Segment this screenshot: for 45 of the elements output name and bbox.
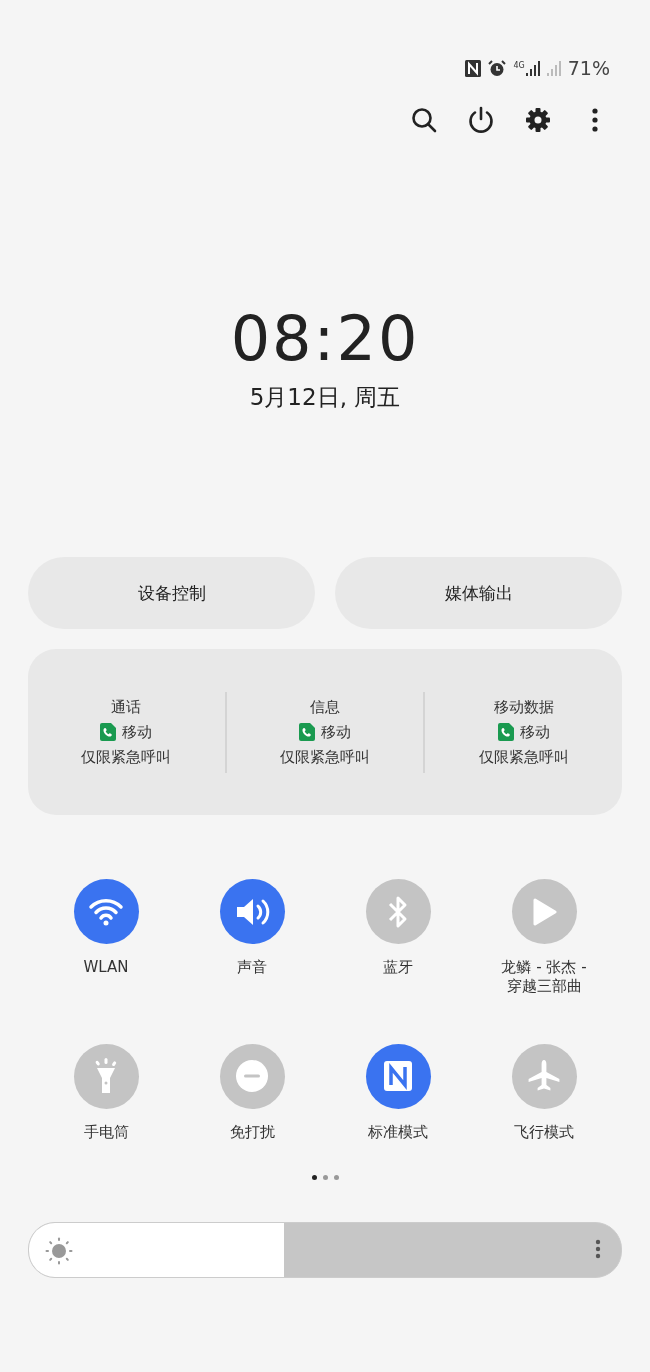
toggle-label: 蓝牙 <box>382 958 414 977</box>
clock-time: 08:20 <box>229 304 421 374</box>
sim-info-title: 移动数据 <box>493 697 554 717</box>
sim-card-icon <box>100 723 117 741</box>
toggle-label: 声音 <box>236 958 268 977</box>
carrier-name: 移动 <box>122 722 153 742</box>
toggle-label: 龙鳞 - 张杰 - 穿越三部曲 <box>500 958 588 996</box>
toggle-label: 飞行模式 <box>513 1122 575 1142</box>
page-indicator-dot[interactable] <box>333 1175 339 1180</box>
page-indicator-dot[interactable] <box>322 1175 328 1180</box>
alarm-clock-icon <box>488 59 507 77</box>
nfc-icon <box>465 59 482 77</box>
more-options-icon[interactable] <box>595 1239 601 1259</box>
search-button[interactable] <box>411 106 437 134</box>
wifi-icon <box>88 896 124 927</box>
power-button[interactable] <box>468 106 494 134</box>
signal-icon <box>546 60 561 76</box>
brightness-slider[interactable] <box>28 1222 622 1278</box>
signal-icon <box>525 60 540 76</box>
play-icon <box>531 896 557 927</box>
network-type: 4G <box>513 60 525 70</box>
panel-button[interactable]: 设备控制 <box>28 557 315 629</box>
sim-info-title: 信息 <box>310 697 340 717</box>
toggle-label: WLAN <box>82 958 130 977</box>
sim-status: 仅限紧急呼叫 <box>280 747 370 767</box>
bluetooth-icon <box>387 894 409 929</box>
minus-circle-icon <box>235 1059 269 1093</box>
sim-info-title: 通话 <box>111 697 142 717</box>
sim-status: 仅限紧急呼叫 <box>81 747 172 767</box>
settings-button[interactable] <box>525 106 551 134</box>
toggle-label: 手电筒 <box>82 1122 130 1142</box>
more-options-icon <box>592 108 598 132</box>
page-indicator-dot[interactable] <box>311 1175 317 1180</box>
brightness-icon <box>45 1237 73 1265</box>
toggle-label: 标准模式 <box>367 1122 429 1142</box>
sim-card-icon <box>299 723 315 741</box>
sim-status: 仅限紧急呼叫 <box>478 747 569 767</box>
panel-button[interactable]: 媒体输出 <box>335 557 622 629</box>
toggle-label: 免打扰 <box>228 1122 276 1142</box>
sim-card-icon <box>497 723 514 741</box>
nfc-icon <box>383 1060 413 1092</box>
carrier-name: 移动 <box>519 722 550 742</box>
battery-percentage: 71% <box>567 57 610 79</box>
carrier-name: 移动 <box>321 722 351 742</box>
clock-date: 5月12日, 周五 <box>248 383 402 412</box>
